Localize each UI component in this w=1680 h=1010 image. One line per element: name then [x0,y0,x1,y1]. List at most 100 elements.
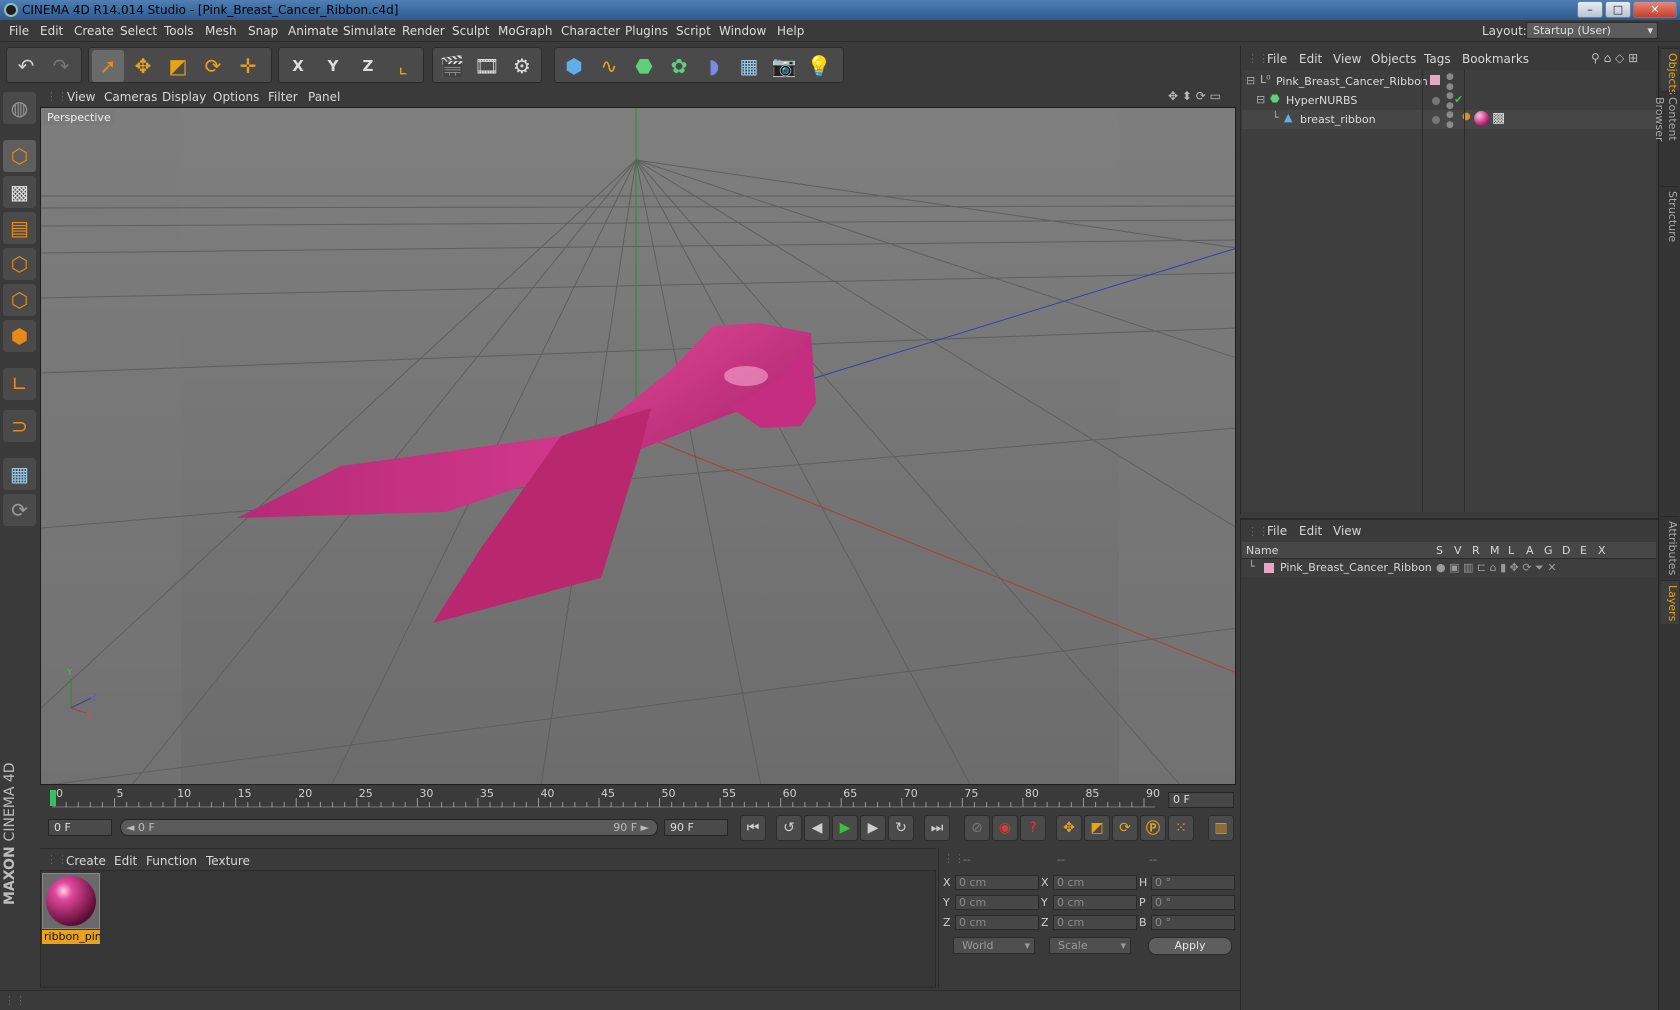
menu-tools[interactable]: Tools [164,24,194,38]
rot-h-field[interactable]: 0 ° [1151,875,1235,890]
key-pla-icon[interactable]: ⁙ [1168,815,1194,841]
autokey-icon[interactable]: ◉ [992,815,1018,841]
points-mode-icon[interactable]: ⬡ [3,248,36,280]
size-x-field[interactable]: 0 cm [1053,875,1137,890]
menu-simulate[interactable]: Simulate [343,24,396,38]
key-scale-icon[interactable]: ◩ [1084,815,1110,841]
coordinate-system-icon[interactable]: ⌞ [387,50,419,82]
column-manager[interactable]: M [1490,544,1500,557]
viewport-menu-cameras[interactable]: Cameras [104,90,157,104]
move-icon[interactable]: ✥ [127,50,159,82]
column-render[interactable]: R [1472,544,1480,557]
key-rotation-icon[interactable]: ⟳ [1112,815,1138,841]
menu-mograph[interactable]: MoGraph [498,24,553,38]
viewport-menu-panel[interactable]: Panel [308,90,340,104]
column-animation[interactable]: A [1526,544,1534,557]
visibility-dots-icon[interactable]: ● ● [1446,72,1454,92]
collapse-icon[interactable]: ⊟ [1246,74,1255,87]
snap-workplane-icon[interactable]: ▦ [3,458,36,490]
timeline-ruler[interactable]: 0 5 10 15 20 25 30 35 40 45 50 55 60 65 70 75 80 85 90 [40,787,1236,809]
record-keys-icon[interactable]: ⊘ [964,815,990,841]
tab-attributes[interactable]: Attributes [1661,516,1679,578]
menu-snap[interactable]: Snap [248,24,278,38]
layer-flag-icons[interactable]: ● ▣ ▥ ⊏ ⌂ ▮ ✥ ⟳ ⏷ ✕ [1436,561,1557,575]
column-view[interactable]: V [1454,544,1462,557]
size-mode-dropdown[interactable]: Scale ▾ [1049,937,1131,954]
key-position-icon[interactable]: ✥ [1056,815,1082,841]
make-editable-icon[interactable]: ◍ [3,92,36,124]
close-button[interactable]: ✕ [1633,1,1677,18]
size-z-field[interactable]: 0 cm [1053,915,1137,930]
render-picture-viewer-icon[interactable]: 🎞 [471,50,503,82]
go-to-start-icon[interactable]: ⏮ [740,815,766,841]
menu-script[interactable]: Script [676,24,711,38]
material-menu-function[interactable]: Function [146,854,197,868]
search-icon[interactable]: ⚲ ⌂ ◇ ⊞ [1591,51,1638,65]
polygons-mode-icon[interactable]: ⬢ [3,320,36,352]
pos-y-field[interactable]: 0 cm [955,895,1039,910]
workplane-mode-icon[interactable]: ▤ [3,212,36,244]
floor-icon[interactable]: ▦ [733,50,765,82]
visibility-dot-icon[interactable] [1432,114,1440,127]
enabled-checkmark-icon[interactable]: ✔ [1454,93,1463,106]
layers-menu-view[interactable]: View [1333,524,1361,538]
menu-sculpt[interactable]: Sculpt [452,24,489,38]
layers-menu-edit[interactable]: Edit [1299,524,1322,538]
camera-icon[interactable]: 📷 [768,50,800,82]
tab-objects[interactable]: Objects [1661,48,1679,95]
undo-icon[interactable]: ↶ [10,50,42,82]
texture-mode-icon[interactable]: ▩ [3,176,36,208]
minimize-button[interactable]: – [1577,1,1603,18]
go-to-end-icon[interactable]: ⏭ [924,815,950,841]
scale-icon[interactable]: ◩ [162,50,194,82]
key-parameter-icon[interactable]: Ⓟ [1140,815,1166,841]
start-frame-field[interactable]: 0 F [48,819,112,836]
x-axis-icon[interactable]: X [282,50,314,82]
visibility-dot-icon[interactable] [1432,95,1440,108]
objects-menu-bookmarks[interactable]: Bookmarks [1462,52,1529,66]
pos-z-field[interactable]: 0 cm [955,915,1039,930]
uvw-tag-icon[interactable]: ▩ [1492,110,1505,126]
tweak-mode-icon[interactable]: ⊃ [3,410,36,442]
column-expressions[interactable]: E [1580,544,1587,557]
size-y-field[interactable]: 0 cm [1053,895,1137,910]
coordinate-space-dropdown[interactable]: World ▾ [953,937,1035,954]
material-name-label[interactable]: ribbon_pin [42,930,100,944]
objects-menu-objects[interactable]: Objects [1371,52,1416,66]
model-mode-icon[interactable]: ⬡ [3,140,36,172]
material-menu-create[interactable]: Create [66,854,106,868]
objects-menu-view[interactable]: View [1333,52,1361,66]
column-locked[interactable]: L [1508,544,1514,557]
viewport-menu-display[interactable]: Display [162,90,206,104]
viewport-menu-filter[interactable]: Filter [268,90,298,104]
redo-icon[interactable]: ↷ [45,50,77,82]
layer-color-swatch[interactable] [1264,563,1274,573]
column-xref[interactable]: X [1598,544,1606,557]
rot-b-field[interactable]: 0 ° [1151,915,1235,930]
column-solo[interactable]: S [1436,544,1443,557]
tree-row-pink-breast-cancer-ribbon[interactable]: ⊟ L⁰ Pink_Breast_Cancer_Ribbon ● ● [1242,72,1656,92]
edit-render-settings-icon[interactable]: ⚙ [506,50,538,82]
next-frame-icon[interactable]: ▶ [860,815,886,841]
menu-plugins[interactable]: Plugins [625,24,668,38]
y-axis-icon[interactable]: Y [317,50,349,82]
menu-edit[interactable]: Edit [40,24,63,38]
solo-mode-icon[interactable]: ⟳ [3,494,36,526]
layout-dropdown[interactable]: Startup (User) ▾ [1526,22,1658,39]
tab-layers[interactable]: Layers [1661,580,1679,624]
viewport-navigation-icons[interactable]: ✥ ⬍ ⟳ ▭ [1168,89,1221,103]
end-frame-field[interactable]: 90 F [664,819,728,836]
render-view-icon[interactable]: 🎬 [436,50,468,82]
viewport-perspective[interactable]: Y Z X Perspective [40,107,1236,785]
layer-row[interactable]: └ Pink_Breast_Cancer_Ribbon ● ▣ ▥ ⊏ ⌂ ▮ … [1242,559,1656,577]
current-frame-field[interactable]: 0 F [1168,792,1234,808]
previous-frame-icon[interactable]: ◀ [804,815,830,841]
viewport-menu-options[interactable]: Options [213,90,259,104]
material-menu-texture[interactable]: Texture [206,854,250,868]
menu-help[interactable]: Help [777,24,804,38]
tree-row-breast-ribbon[interactable]: └ ▲ breast_ribbon ● ● ● ▩ [1242,110,1656,130]
menu-animate[interactable]: Animate [288,24,338,38]
next-keyframe-icon[interactable]: ↻ [888,815,914,841]
menu-create[interactable]: Create [74,24,114,38]
axis-mode-icon[interactable]: ∟ [3,368,36,400]
